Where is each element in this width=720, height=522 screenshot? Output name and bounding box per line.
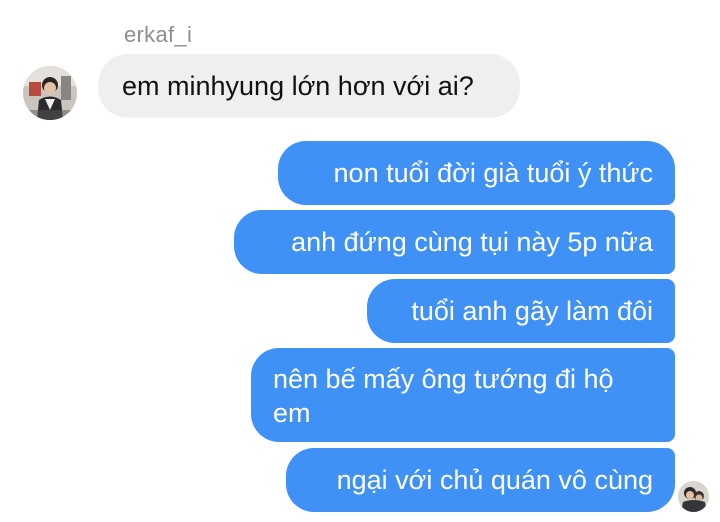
own-avatar[interactable] bbox=[678, 481, 709, 512]
sender-username[interactable]: erkaf_i bbox=[124, 22, 192, 48]
outgoing-message-bubble[interactable]: tuổi anh gãy làm đôi bbox=[367, 279, 675, 343]
outgoing-message-bubble[interactable]: ngại với chủ quán vô cùng bbox=[286, 448, 675, 512]
outgoing-message-bubble[interactable]: non tuổi đời già tuổi ý thức bbox=[278, 141, 675, 205]
avatar-photo-icon bbox=[678, 481, 709, 512]
outgoing-message-bubble[interactable]: nên bế mấy ông tướng đi hộ em bbox=[251, 348, 675, 442]
avatar-photo-icon bbox=[23, 66, 77, 120]
sender-avatar[interactable] bbox=[23, 66, 77, 120]
incoming-message-bubble[interactable]: em minhyung lớn hơn với ai? bbox=[98, 54, 520, 118]
outgoing-message-bubble[interactable]: anh đứng cùng tụi này 5p nữa bbox=[234, 210, 675, 274]
